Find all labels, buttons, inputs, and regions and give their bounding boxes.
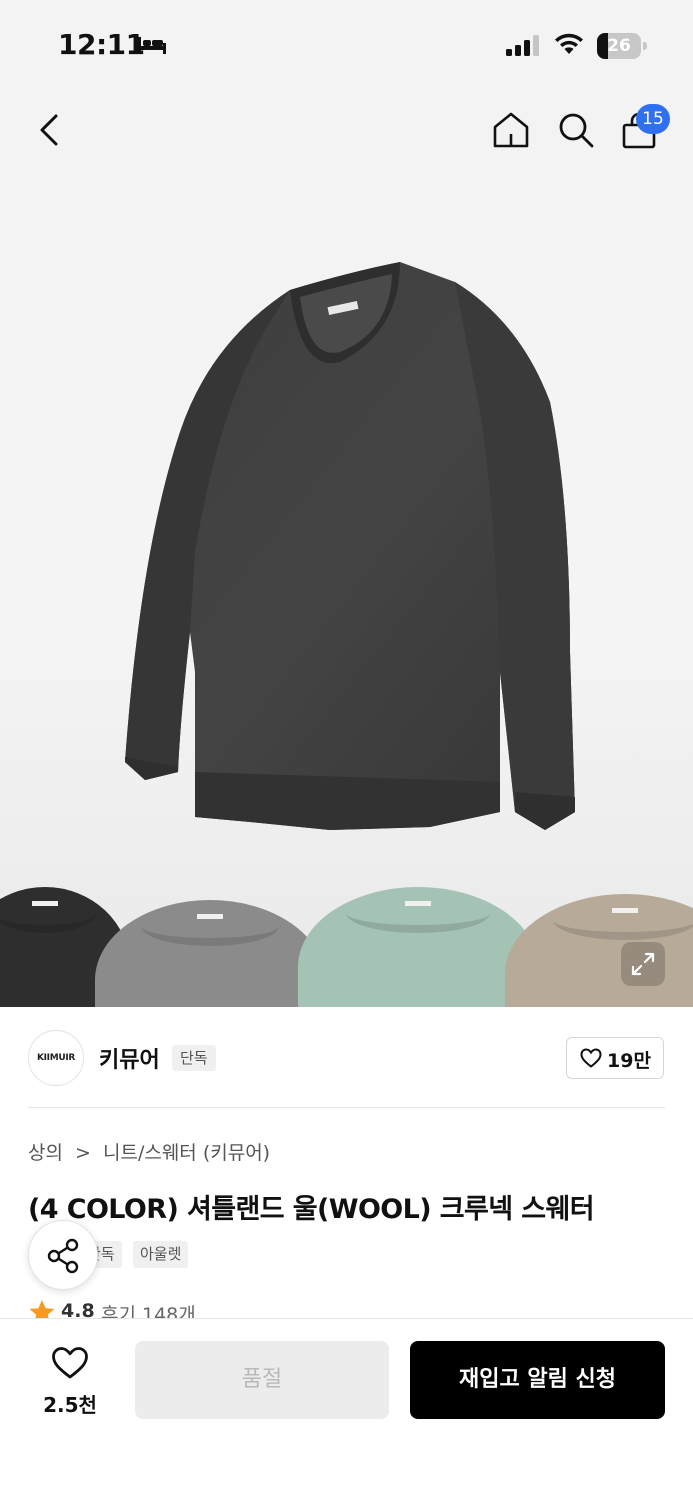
thumbnail-collar — [141, 906, 279, 946]
expand-icon — [631, 952, 655, 976]
battery-indicator: 26 — [597, 33, 647, 59]
breadcrumb-separator: > — [75, 1142, 91, 1164]
cart-count-badge: 15 — [636, 104, 670, 134]
product-title: (4 COLOR) 셔틀랜드 울(WOOL) 크루넥 스웨터 — [28, 1194, 595, 1225]
brand-like-button[interactable]: 19만 — [566, 1037, 664, 1079]
wishlist-count: 2.5천 — [43, 1393, 97, 1417]
battery-level: 26 — [607, 36, 631, 56]
home-icon[interactable] — [491, 110, 531, 150]
thumbnail-label — [197, 914, 223, 919]
status-bar: 12:11 26 — [0, 0, 693, 92]
heart-icon — [52, 1347, 88, 1379]
color-thumbnail-gray[interactable] — [95, 900, 325, 1007]
expand-image-button[interactable] — [621, 942, 665, 986]
brand-name[interactable]: 키뮤어 — [99, 1042, 160, 1074]
soldout-button: 품절 — [135, 1341, 389, 1419]
heart-icon — [580, 1048, 602, 1068]
tag-outlet: 아울렛 — [133, 1241, 189, 1268]
back-icon[interactable] — [32, 112, 68, 148]
battery-body: 26 — [597, 33, 641, 59]
breadcrumb-item-top[interactable]: 상의 — [28, 1142, 63, 1164]
category-breadcrumb: 상의 > 니트/스웨터 (키뮤어) — [28, 1138, 276, 1165]
bottom-action-bar: 2.5천 품절 재입고 알림 신청 — [0, 1318, 693, 1500]
product-photo-sweater — [125, 262, 575, 830]
color-thumbnail-mint[interactable] — [298, 887, 538, 1007]
sleep-focus-icon — [138, 37, 166, 54]
thumbnail-label — [612, 908, 638, 913]
brand-exclusive-tag: 단독 — [172, 1045, 216, 1071]
thumbnail-collar — [346, 893, 490, 933]
brand-like-count: 19만 — [607, 1050, 651, 1072]
battery-cap — [643, 42, 647, 50]
thumbnail-label — [32, 901, 58, 906]
product-image-gallery[interactable]: 15 — [0, 92, 693, 1007]
section-divider — [28, 1107, 665, 1108]
restock-notify-button[interactable]: 재입고 알림 신청 — [410, 1341, 665, 1419]
thumbnail-collar — [553, 900, 693, 940]
share-icon — [47, 1238, 79, 1274]
search-icon[interactable] — [556, 110, 596, 150]
brand-logo[interactable]: KIIMUIR — [28, 1030, 84, 1086]
wifi-icon — [555, 33, 583, 54]
wishlist-button[interactable]: 2.5천 — [30, 1341, 110, 1421]
breadcrumb-item-knit[interactable]: 니트/스웨터 (키뮤어) — [103, 1142, 270, 1164]
share-button[interactable] — [28, 1220, 98, 1290]
status-time: 12:11 — [58, 28, 145, 61]
cellular-signal-icon — [506, 35, 539, 56]
thumbnail-collar — [0, 893, 96, 933]
thumbnail-label — [405, 901, 431, 906]
